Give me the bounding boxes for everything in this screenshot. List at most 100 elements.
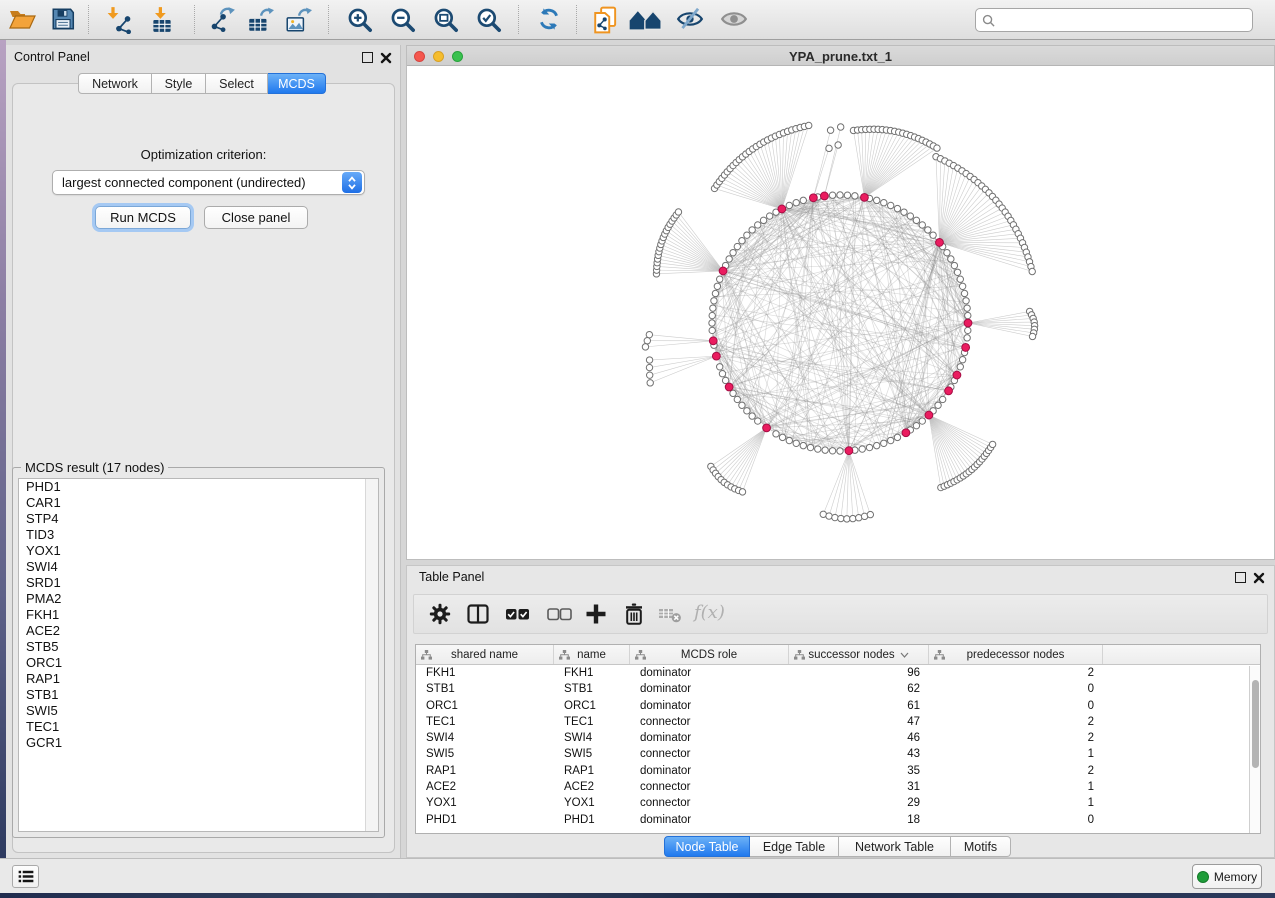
cell-predecessor-nodes[interactable]: 1 xyxy=(929,779,1103,795)
cell-successor-nodes[interactable]: 43 xyxy=(789,746,929,762)
mcds-node[interactable] xyxy=(709,337,717,345)
cell-successor-nodes[interactable]: 29 xyxy=(789,795,929,811)
network-node[interactable] xyxy=(800,442,806,448)
cell-name[interactable]: SWI4 xyxy=(554,730,630,746)
network-canvas[interactable] xyxy=(407,66,1274,559)
network-node[interactable] xyxy=(760,217,766,223)
mcds-node[interactable] xyxy=(719,267,727,275)
split-columns-icon[interactable] xyxy=(466,602,492,628)
network-node[interactable] xyxy=(874,442,880,448)
tab-node-table[interactable]: Node Table xyxy=(664,836,750,857)
mcds-node[interactable] xyxy=(763,424,771,432)
network-node[interactable] xyxy=(744,408,750,414)
mcds-node[interactable] xyxy=(778,205,786,213)
column-header-MCDS-role[interactable]: MCDS role xyxy=(630,645,789,664)
network-node[interactable] xyxy=(961,290,967,296)
cell-name[interactable]: ACE2 xyxy=(554,779,630,795)
network-window-titlebar[interactable]: YPA_prune.txt_1 xyxy=(407,46,1274,66)
network-node[interactable] xyxy=(826,145,832,151)
network-node[interactable] xyxy=(894,205,900,211)
network-node[interactable] xyxy=(739,489,745,495)
network-node[interactable] xyxy=(822,447,828,453)
network-node[interactable] xyxy=(856,515,862,521)
network-node[interactable] xyxy=(815,446,821,452)
cell-successor-nodes[interactable]: 31 xyxy=(789,779,929,795)
network-node[interactable] xyxy=(711,298,717,304)
network-node[interactable] xyxy=(1029,333,1035,339)
cell-successor-nodes[interactable]: 96 xyxy=(789,665,929,681)
cell-successor-nodes[interactable]: 46 xyxy=(789,730,929,746)
cell-MCDS-role[interactable]: connector xyxy=(630,779,789,795)
cell-successor-nodes[interactable]: 35 xyxy=(789,763,929,779)
tab-style[interactable]: Style xyxy=(152,73,206,94)
network-node[interactable] xyxy=(755,222,761,228)
mcds-node[interactable] xyxy=(725,383,733,391)
tab-select[interactable]: Select xyxy=(206,73,268,94)
network-node[interactable] xyxy=(989,441,995,447)
network-node[interactable] xyxy=(954,269,960,275)
mcds-result-item[interactable]: SWI4 xyxy=(19,559,378,575)
close-panel-icon[interactable] xyxy=(380,52,392,64)
network-node[interactable] xyxy=(844,516,850,522)
network-node[interactable] xyxy=(957,276,963,282)
mcds-node[interactable] xyxy=(962,344,970,352)
cell-shared-name[interactable]: YOX1 xyxy=(416,795,554,811)
network-node[interactable] xyxy=(850,515,856,521)
network-node[interactable] xyxy=(675,209,681,215)
network-node[interactable] xyxy=(919,418,925,424)
table-row[interactable]: STB1STB1dominator620 xyxy=(416,681,1260,697)
cell-name[interactable]: FKH1 xyxy=(554,665,630,681)
mcds-result-item[interactable]: GCR1 xyxy=(19,735,378,751)
close-panel-button[interactable]: Close panel xyxy=(204,206,308,229)
settings-gear-icon[interactable] xyxy=(428,602,454,628)
network-node[interactable] xyxy=(913,217,919,223)
network-node[interactable] xyxy=(786,202,792,208)
network-node[interactable] xyxy=(852,193,858,199)
network-node[interactable] xyxy=(786,437,792,443)
refresh-layout-icon[interactable] xyxy=(536,6,564,34)
cell-MCDS-role[interactable]: dominator xyxy=(630,763,789,779)
deselect-all-checkboxes-icon[interactable] xyxy=(546,602,576,628)
mcds-result-item[interactable]: STB5 xyxy=(19,639,378,655)
table-row[interactable]: TEC1TEC1connector472 xyxy=(416,714,1260,730)
import-network-icon[interactable] xyxy=(106,6,134,34)
network-node[interactable] xyxy=(709,320,715,326)
network-node[interactable] xyxy=(714,283,720,289)
cell-shared-name[interactable]: STB1 xyxy=(416,681,554,697)
run-mcds-button[interactable]: Run MCDS xyxy=(95,206,191,229)
network-node[interactable] xyxy=(806,122,812,128)
delete-column-icon[interactable] xyxy=(622,602,648,628)
column-header-successor-nodes[interactable]: successor nodes xyxy=(789,645,929,664)
network-node[interactable] xyxy=(793,440,799,446)
cell-shared-name[interactable]: PHD1 xyxy=(416,812,554,828)
mcds-node[interactable] xyxy=(821,192,829,200)
column-header-name[interactable]: name xyxy=(554,645,630,664)
mcds-result-item[interactable]: STB1 xyxy=(19,687,378,703)
mcds-result-item[interactable]: ACE2 xyxy=(19,623,378,639)
tab-motifs[interactable]: Motifs xyxy=(951,836,1011,857)
tab-network[interactable]: Network xyxy=(78,73,152,94)
mcds-node[interactable] xyxy=(964,319,972,327)
mcds-node[interactable] xyxy=(845,447,853,455)
mcds-node[interactable] xyxy=(953,371,961,379)
zoom-selected-icon[interactable] xyxy=(475,6,503,34)
cell-shared-name[interactable]: ACE2 xyxy=(416,779,554,795)
mcds-node[interactable] xyxy=(902,429,910,437)
cell-MCDS-role[interactable]: dominator xyxy=(630,698,789,714)
zoom-in-icon[interactable] xyxy=(346,6,374,34)
network-node[interactable] xyxy=(951,262,957,268)
network-node[interactable] xyxy=(734,243,740,249)
tab-mcds[interactable]: MCDS xyxy=(268,73,326,94)
mcds-node[interactable] xyxy=(809,194,817,202)
import-table-icon[interactable] xyxy=(148,6,176,34)
network-node[interactable] xyxy=(964,305,970,311)
cell-name[interactable]: ORC1 xyxy=(554,698,630,714)
mcds-result-item[interactable]: FKH1 xyxy=(19,607,378,623)
open-session-icon[interactable] xyxy=(8,6,36,34)
network-node[interactable] xyxy=(934,145,940,151)
network-node[interactable] xyxy=(829,448,835,454)
cell-predecessor-nodes[interactable]: 1 xyxy=(929,746,1103,762)
network-node[interactable] xyxy=(867,511,873,517)
cell-MCDS-role[interactable]: connector xyxy=(630,795,789,811)
network-node[interactable] xyxy=(722,377,728,383)
